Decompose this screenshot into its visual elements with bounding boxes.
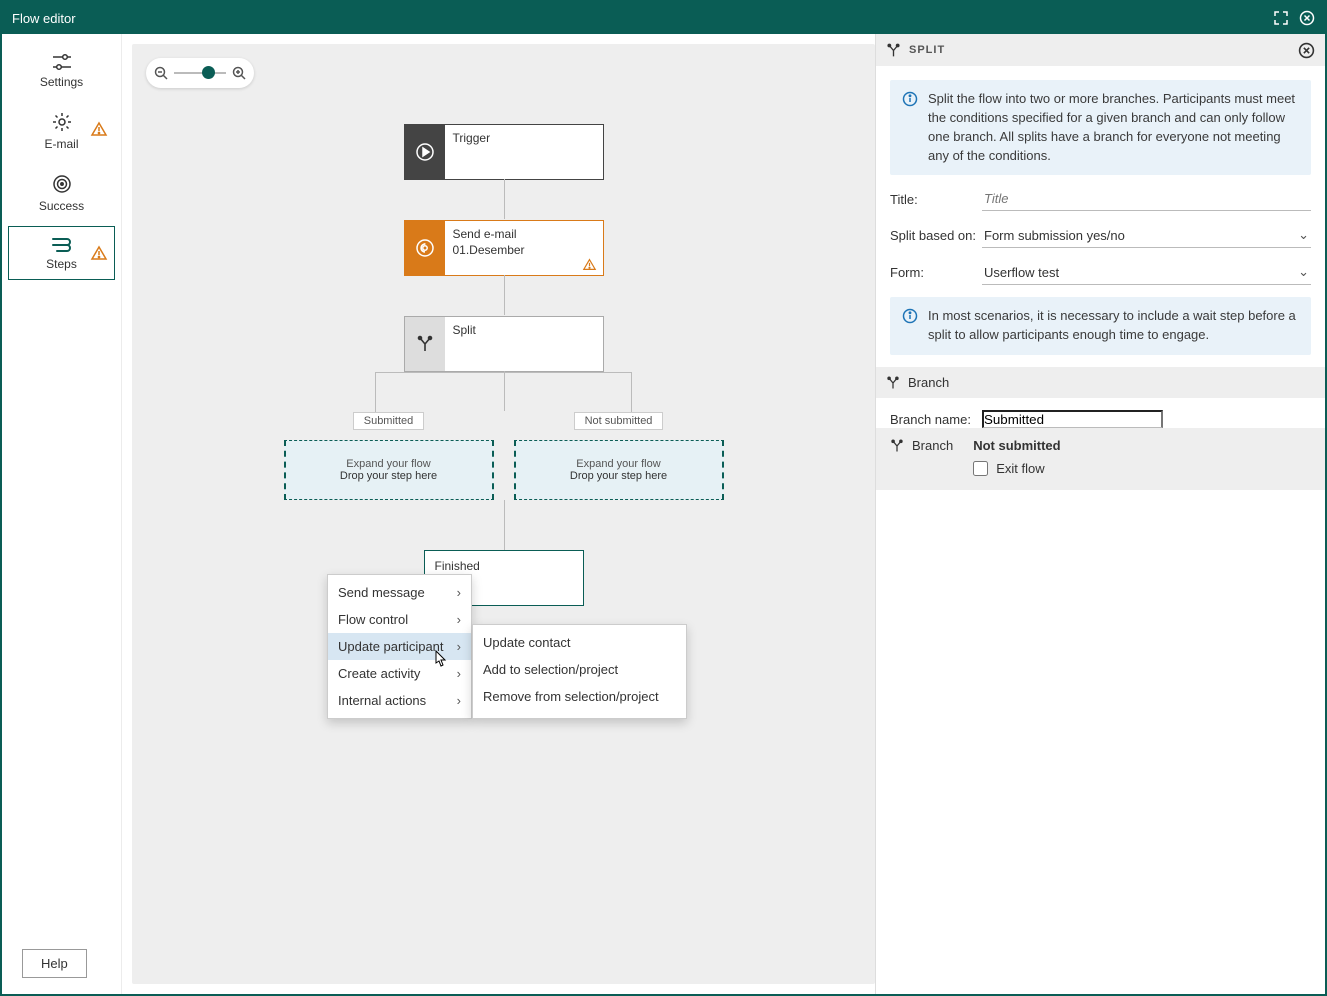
branch-label-submitted: Submitted bbox=[353, 412, 425, 430]
ctx-item-flow-control[interactable]: Flow control› bbox=[328, 606, 471, 633]
close-icon[interactable] bbox=[1299, 10, 1315, 26]
info-box-wait: In most scenarios, it is necessary to in… bbox=[890, 297, 1311, 355]
info-icon bbox=[902, 308, 918, 345]
sidebar: Settings E-mail Success bbox=[2, 34, 122, 994]
exit-flow-label: Exit flow bbox=[996, 461, 1044, 476]
dropzone-not-submitted[interactable]: Expand your flow Drop your step here bbox=[514, 440, 724, 500]
properties-panel: SPLIT Split the flow into two or more br… bbox=[875, 34, 1325, 994]
warning-icon bbox=[582, 258, 597, 271]
warning-icon bbox=[90, 245, 108, 261]
split-based-select[interactable]: Form submission yes/no⌄ bbox=[982, 223, 1311, 248]
ctx-sub-remove-selection[interactable]: Remove from selection/project bbox=[473, 683, 686, 710]
zoom-control[interactable] bbox=[146, 58, 254, 88]
branch-name-label: Branch name: bbox=[890, 412, 976, 427]
split-icon bbox=[886, 376, 900, 390]
sliders-icon bbox=[51, 53, 73, 71]
node-title: Trigger bbox=[453, 131, 595, 147]
sidebar-item-email[interactable]: E-mail bbox=[8, 102, 115, 160]
sidebar-item-success[interactable]: Success bbox=[8, 164, 115, 222]
sidebar-item-label: Success bbox=[39, 199, 84, 213]
dropzone-text1: Expand your flow bbox=[346, 458, 430, 470]
sidebar-item-settings[interactable]: Settings bbox=[8, 44, 115, 98]
branch-header-1: Branch bbox=[876, 367, 1325, 398]
ctx-item-send-message[interactable]: Send message› bbox=[328, 579, 471, 606]
gear-icon bbox=[51, 111, 73, 133]
branch-name-input[interactable] bbox=[982, 410, 1163, 428]
branch2-name: Not submitted bbox=[973, 438, 1060, 453]
branch-label-not-submitted: Not submitted bbox=[574, 412, 664, 430]
ctx-sub-add-selection[interactable]: Add to selection/project bbox=[473, 656, 686, 683]
node-title: Send e-mail bbox=[453, 227, 595, 243]
window-title: Flow editor bbox=[12, 11, 76, 26]
window-header: Flow editor bbox=[2, 2, 1325, 34]
node-split[interactable]: Split bbox=[404, 316, 604, 372]
split-icon bbox=[405, 317, 445, 371]
chevron-down-icon: ⌄ bbox=[1298, 227, 1309, 243]
ctx-sub-update-contact[interactable]: Update contact bbox=[473, 629, 686, 656]
title-label: Title: bbox=[890, 192, 976, 207]
info-text: In most scenarios, it is necessary to in… bbox=[928, 307, 1299, 345]
play-icon bbox=[405, 125, 445, 179]
flow-canvas[interactable]: Trigger Send e-mail 01.Desember bbox=[132, 44, 875, 984]
title-input[interactable] bbox=[982, 187, 1311, 211]
warning-icon bbox=[90, 121, 108, 137]
dropzone-text1: Expand your flow bbox=[576, 458, 660, 470]
info-icon bbox=[902, 91, 918, 165]
node-send-email[interactable]: Send e-mail 01.Desember bbox=[404, 220, 604, 276]
split-icon bbox=[890, 439, 904, 453]
sidebar-item-steps[interactable]: Steps bbox=[8, 226, 115, 280]
dropzone-text2: Drop your step here bbox=[570, 470, 667, 482]
form-select[interactable]: Userflow test⌄ bbox=[982, 260, 1311, 285]
info-text: Split the flow into two or more branches… bbox=[928, 90, 1299, 165]
zoom-in-icon[interactable] bbox=[232, 66, 246, 80]
ctx-item-update-participant[interactable]: Update participant› bbox=[328, 633, 471, 660]
context-submenu: Update contact Add to selection/project … bbox=[472, 624, 687, 719]
zoom-slider[interactable] bbox=[174, 72, 226, 74]
sidebar-item-label: Settings bbox=[40, 75, 83, 89]
sidebar-item-label: Steps bbox=[46, 257, 77, 271]
dropzone-text2: Drop your step here bbox=[340, 470, 437, 482]
ctx-item-internal-actions[interactable]: Internal actions› bbox=[328, 687, 471, 714]
sidebar-item-label: E-mail bbox=[44, 137, 78, 151]
ctx-item-create-activity[interactable]: Create activity› bbox=[328, 660, 471, 687]
dropzone-submitted[interactable]: Expand your flow Drop your step here bbox=[284, 440, 494, 500]
email-icon bbox=[405, 221, 445, 275]
node-title: Finished bbox=[435, 559, 573, 575]
node-trigger[interactable]: Trigger bbox=[404, 124, 604, 180]
info-box-description: Split the flow into two or more branches… bbox=[890, 80, 1311, 175]
chevron-down-icon: ⌄ bbox=[1298, 264, 1309, 280]
split-icon bbox=[886, 43, 901, 58]
zoom-out-icon[interactable] bbox=[154, 66, 168, 80]
fullscreen-icon[interactable] bbox=[1273, 10, 1289, 26]
help-button[interactable]: Help bbox=[22, 949, 87, 978]
split-based-label: Split based on: bbox=[890, 228, 976, 243]
node-title: Split bbox=[453, 323, 595, 339]
panel-title: SPLIT bbox=[909, 44, 945, 56]
exit-flow-checkbox[interactable] bbox=[973, 461, 988, 476]
context-menu: Send message› Flow control› Update parti… bbox=[327, 574, 472, 719]
steps-icon bbox=[50, 235, 74, 253]
branch-block-not-submitted: Branch Not submitted Exit flow bbox=[876, 428, 1325, 490]
split-branches: Submitted Expand your flow Drop your ste… bbox=[274, 412, 734, 500]
target-icon bbox=[51, 173, 73, 195]
form-label: Form: bbox=[890, 265, 976, 280]
panel-close-icon[interactable] bbox=[1298, 42, 1315, 59]
node-subtitle: 01.Desember bbox=[453, 243, 595, 259]
